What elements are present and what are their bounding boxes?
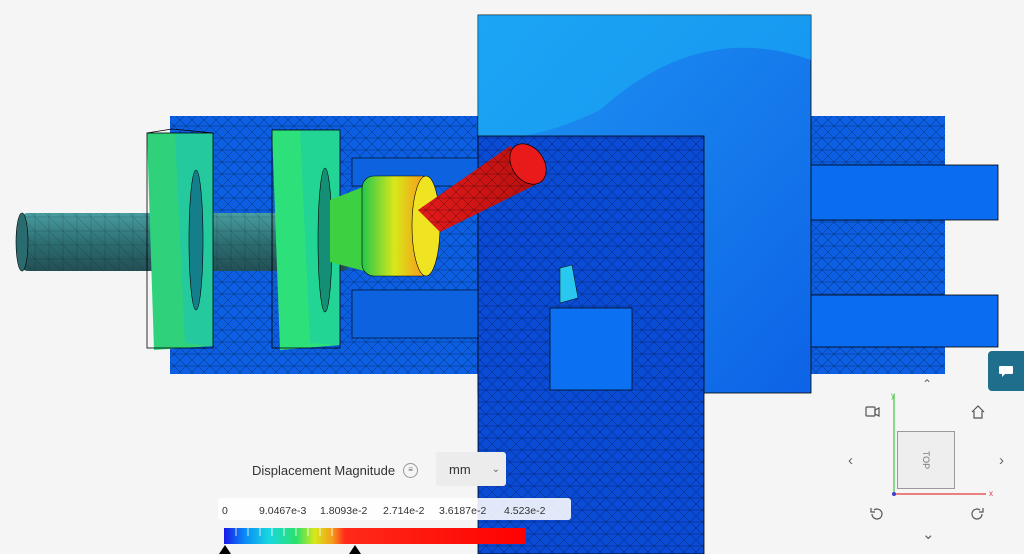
chat-button[interactable] [988,351,1024,391]
chevron-right-icon[interactable]: › [999,453,1004,468]
legend-tick: 4.523e-2 [504,505,546,517]
support-block-left [146,128,214,350]
legend-tick: 1.8093e-2 [320,505,368,517]
legend-tick: 2.714e-2 [383,505,425,517]
legend-tick: 9.0467e-3 [259,505,307,517]
legend-tick: 3.6187e-2 [439,505,487,517]
chevron-down-icon: ⌄ [491,463,500,475]
color-scale-bar [224,528,526,544]
support-block-right [271,129,341,350]
chevron-up-icon[interactable]: ⌃ [922,378,932,390]
unit-select[interactable]: mm ⌄ [436,452,506,486]
axis-y-label: y [891,391,895,400]
menu-icon[interactable]: ≡ [403,462,419,478]
chevron-down-icon[interactable]: ⌄ [922,527,935,542]
simulation-viewport[interactable] [0,0,1024,554]
view-cube[interactable]: TOP [897,431,955,489]
rotate-cw-icon[interactable] [968,505,986,523]
axis-x-label: x [989,489,993,498]
rotate-ccw-icon[interactable] [868,505,886,523]
camera-icon[interactable] [863,403,883,421]
legend-tick: 0 [222,505,228,517]
bracket-mesh [477,135,705,554]
range-marker[interactable] [349,545,361,554]
min-marker[interactable] [219,545,231,554]
view-cube-face-label: TOP [921,450,931,470]
legend-title: Displacement Magnitude [252,462,396,478]
chat-icon [999,366,1013,377]
unit-value: mm [449,461,471,477]
legend-header: Displacement Magnitude ≡ [252,452,419,488]
chevron-left-icon[interactable]: ‹ [848,453,853,468]
